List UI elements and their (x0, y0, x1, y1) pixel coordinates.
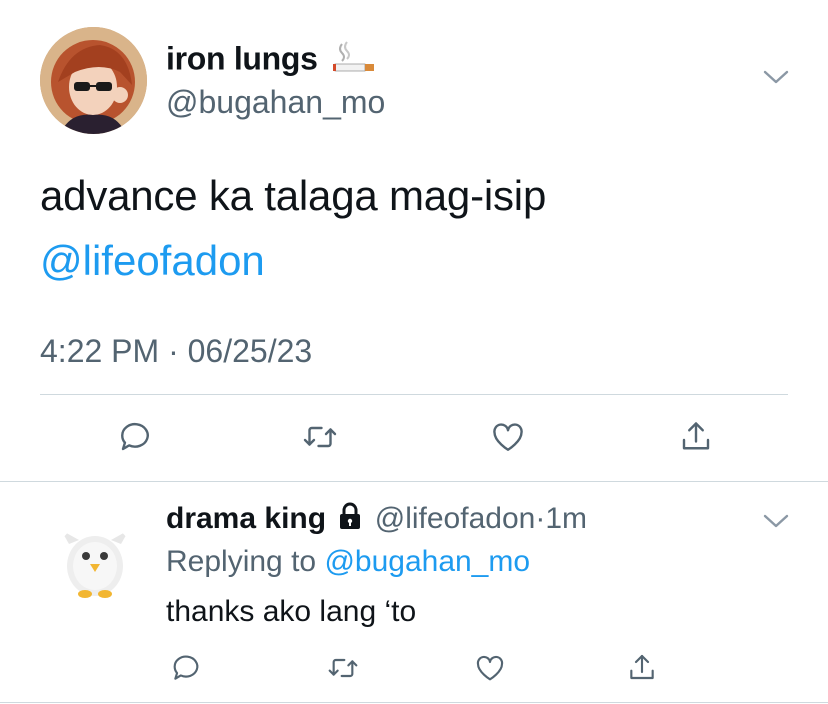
cigarette-icon (332, 40, 376, 82)
retweet-button[interactable] (300, 417, 340, 457)
reply-time[interactable]: 1m (545, 502, 587, 535)
tweet-text: advance ka talaga mag-isip (40, 172, 547, 219)
reply-separator: · (535, 502, 546, 535)
replying-to-line: Replying to @bugahan_mo (166, 545, 530, 579)
reply-share-button[interactable] (622, 648, 662, 688)
tweet-menu-chevron-down-icon[interactable] (762, 68, 790, 91)
tweet-timestamp[interactable]: 4:22 PM · 06/25/23 (40, 333, 312, 370)
reply-icon (121, 422, 149, 451)
author-handle[interactable]: @bugahan_mo (166, 84, 385, 121)
reply-author-name[interactable]: drama king (166, 502, 326, 535)
reply-author-handle[interactable]: @lifeofadon (375, 502, 536, 535)
share-icon (630, 654, 654, 680)
like-button[interactable] (488, 417, 528, 457)
lock-icon (337, 502, 363, 538)
like-icon (493, 423, 523, 451)
reply-menu-chevron-down-icon[interactable] (762, 512, 790, 535)
reply-button[interactable] (115, 417, 155, 457)
author-name[interactable]: iron lungs (166, 40, 376, 82)
reply-retweet-button[interactable] (323, 648, 363, 688)
retweet-icon (328, 658, 358, 678)
like-icon (476, 655, 504, 681)
reply-text: thanks ako lang ‘to (166, 595, 417, 628)
reply-author-avatar[interactable] (55, 522, 135, 602)
reply-like-button[interactable] (470, 648, 510, 688)
share-icon (682, 422, 710, 450)
reply-reply-button[interactable] (166, 648, 206, 688)
replying-to-label: Replying to (166, 545, 317, 578)
replying-to-user-link[interactable]: @bugahan_mo (324, 545, 530, 578)
author-avatar[interactable] (40, 27, 147, 134)
retweet-icon (303, 426, 337, 448)
divider (40, 394, 788, 395)
author-name-text: iron lungs (166, 40, 318, 77)
reply-header: drama king @lifeofadon·1m (166, 502, 587, 538)
reply-icon (173, 655, 199, 680)
tweet-mention-link[interactable]: @lifeofadon (40, 236, 265, 286)
share-button[interactable] (676, 417, 716, 457)
bottom-divider (0, 702, 828, 703)
tweet-divider (0, 481, 828, 482)
